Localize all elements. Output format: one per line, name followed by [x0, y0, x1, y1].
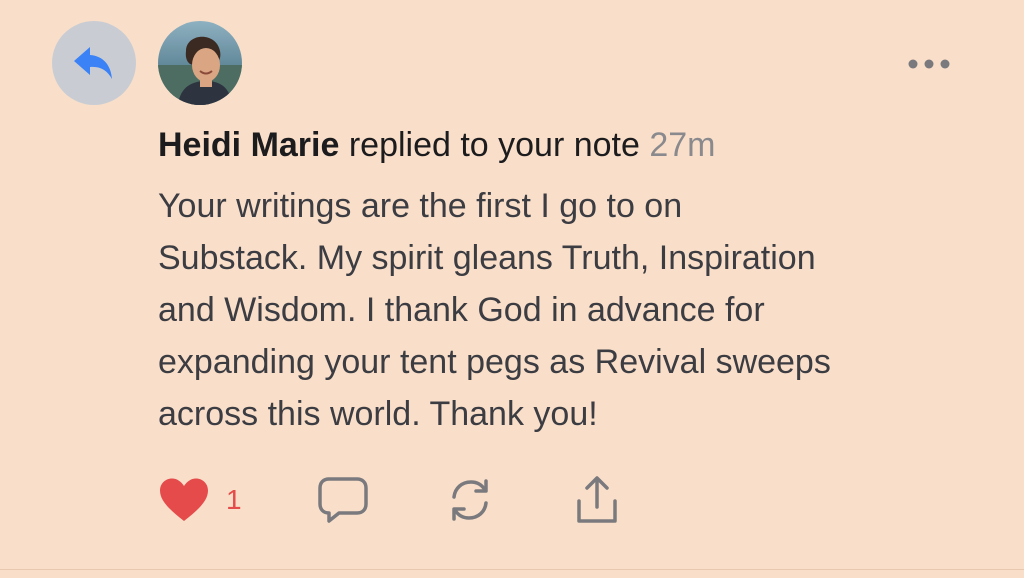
restack-button[interactable] — [445, 475, 495, 525]
heart-icon — [160, 478, 208, 521]
comment-bubble-icon — [317, 477, 368, 523]
more-dots-icon — [908, 59, 950, 69]
author-name[interactable]: Heidi Marie — [158, 126, 339, 164]
timestamp: 27m — [649, 126, 716, 164]
reply-badge — [52, 21, 136, 105]
notification-header: Heidi Marie replied to your note 27m — [158, 122, 998, 168]
like-count: 1 — [226, 484, 242, 515]
avatar-photo — [158, 21, 242, 105]
like-button[interactable]: 1 — [158, 477, 242, 523]
notification-action-text: replied to your note — [339, 126, 650, 164]
more-options-button[interactable] — [900, 50, 958, 78]
divider — [0, 569, 1024, 570]
avatar[interactable] — [158, 21, 242, 105]
restack-arrows-icon — [451, 479, 488, 521]
comment-button[interactable] — [317, 476, 369, 524]
share-upload-icon — [576, 476, 617, 523]
reply-body: Your writings are the first I go to on S… — [158, 187, 831, 433]
action-bar: 1 — [158, 472, 621, 528]
share-button[interactable] — [573, 475, 621, 525]
reply-arrow-icon — [74, 47, 112, 79]
